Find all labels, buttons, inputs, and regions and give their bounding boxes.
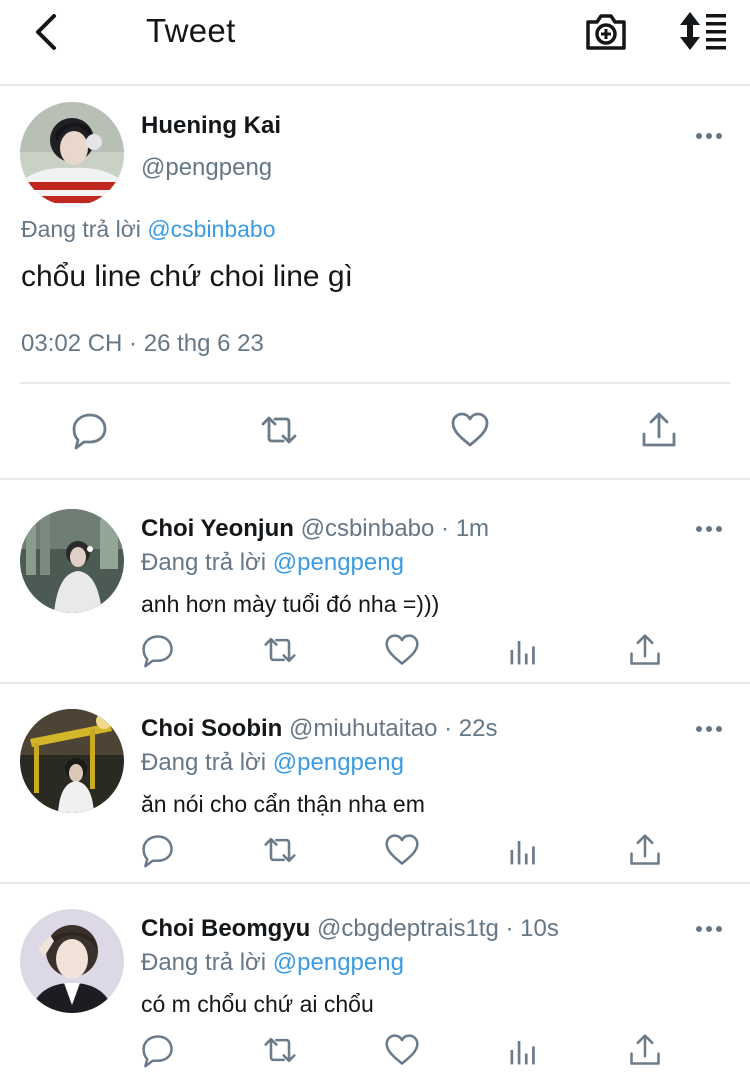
reply-tweet[interactable]: Choi Yeonjun @csbinbabo · 1m Đang trả lờ… bbox=[0, 482, 750, 684]
retweet-icon[interactable] bbox=[259, 410, 299, 450]
like-icon[interactable] bbox=[384, 1032, 420, 1068]
reply-header: Choi Soobin @miuhutaitao · 22s bbox=[141, 715, 497, 743]
replying-to-line: Đang trả lời @csbinbabo bbox=[21, 216, 276, 243]
replying-label: Đang trả lời bbox=[21, 216, 141, 242]
avatar[interactable] bbox=[20, 102, 124, 206]
sort-icon[interactable] bbox=[676, 10, 728, 52]
author-name[interactable]: Choi Soobin bbox=[141, 715, 282, 742]
reply-text: có m chổu chứ ai chổu bbox=[141, 991, 374, 1017]
tweet-text: chổu line chứ choi line gì bbox=[21, 260, 353, 293]
replying-label: Đang trả lời bbox=[141, 949, 267, 976]
reply-time: 1m bbox=[455, 515, 490, 542]
reply-header: Choi Beomgyu @cbgdeptrais1tg · 10s bbox=[141, 915, 559, 943]
reply-icon[interactable] bbox=[140, 1032, 176, 1068]
stats-icon[interactable] bbox=[506, 632, 542, 668]
reply-time: 22s bbox=[458, 715, 498, 742]
reply-header: Choi Yeonjun @csbinbabo · 1m bbox=[141, 515, 489, 543]
top-bar: Tweet bbox=[0, 0, 750, 86]
replying-to-mention[interactable]: @pengpeng bbox=[273, 949, 404, 976]
replying-label: Đang trả lời bbox=[141, 549, 267, 576]
replying-label: Đang trả lời bbox=[141, 749, 267, 776]
replying-to-line: Đang trả lời @pengpeng bbox=[141, 549, 404, 577]
author-handle[interactable]: @pengpeng bbox=[141, 154, 272, 182]
replying-to-mention[interactable]: @pengpeng bbox=[273, 549, 404, 576]
share-icon[interactable] bbox=[627, 1032, 663, 1068]
author-handle[interactable]: @miuhutaitao bbox=[289, 715, 437, 742]
camera-icon[interactable] bbox=[584, 10, 628, 52]
author-name[interactable]: Choi Yeonjun bbox=[141, 515, 294, 542]
main-tweet: Huening Kai @pengpeng Đang trả lời @csbi… bbox=[0, 88, 750, 480]
like-icon[interactable] bbox=[384, 832, 420, 868]
more-options-icon[interactable] bbox=[695, 924, 723, 934]
avatar[interactable] bbox=[20, 509, 124, 613]
avatar[interactable] bbox=[20, 709, 124, 813]
reply-time: 10s bbox=[520, 915, 559, 942]
more-options-icon[interactable] bbox=[695, 131, 723, 141]
like-icon[interactable] bbox=[384, 632, 420, 668]
page-title: Tweet bbox=[146, 12, 236, 49]
more-options-icon[interactable] bbox=[695, 524, 723, 534]
replying-to-line: Đang trả lời @pengpeng bbox=[141, 749, 404, 777]
separator-dot: · bbox=[498, 915, 521, 942]
like-icon[interactable] bbox=[450, 410, 490, 450]
author-handle[interactable]: @csbinbabo bbox=[301, 515, 435, 542]
author-handle[interactable]: @cbgdeptrais1tg bbox=[317, 915, 499, 942]
reply-tweet[interactable]: Choi Beomgyu @cbgdeptrais1tg · 10s Đang … bbox=[0, 882, 750, 1084]
back-icon[interactable] bbox=[28, 10, 68, 54]
divider bbox=[20, 382, 730, 384]
retweet-icon[interactable] bbox=[262, 1032, 298, 1068]
separator-dot: · bbox=[437, 715, 459, 742]
share-icon[interactable] bbox=[639, 410, 679, 450]
author-name[interactable]: Choi Beomgyu bbox=[141, 915, 310, 942]
reply-text: anh hơn mày tuổi đó nha =))) bbox=[141, 591, 440, 617]
reply-icon[interactable] bbox=[70, 410, 110, 450]
separator-dot: · bbox=[434, 515, 456, 542]
retweet-icon[interactable] bbox=[262, 832, 298, 868]
share-icon[interactable] bbox=[627, 632, 663, 668]
reply-tweet[interactable]: Choi Soobin @miuhutaitao · 22s Đang trả … bbox=[0, 682, 750, 884]
reply-icon[interactable] bbox=[140, 832, 176, 868]
author-name[interactable]: Huening Kai bbox=[141, 112, 281, 140]
stats-icon[interactable] bbox=[506, 832, 542, 868]
replying-to-mention[interactable]: @csbinbabo bbox=[147, 216, 275, 242]
share-icon[interactable] bbox=[627, 832, 663, 868]
replying-to-mention[interactable]: @pengpeng bbox=[273, 749, 404, 776]
reply-icon[interactable] bbox=[140, 632, 176, 668]
reply-text: ăn nói cho cẩn thận nha em bbox=[141, 791, 425, 817]
retweet-icon[interactable] bbox=[262, 632, 298, 668]
replying-to-line: Đang trả lời @pengpeng bbox=[141, 949, 404, 977]
tweet-timestamp: 03:02 CH · 26 thg 6 23 bbox=[21, 330, 264, 357]
avatar[interactable] bbox=[20, 909, 124, 1013]
more-options-icon[interactable] bbox=[695, 724, 723, 734]
stats-icon[interactable] bbox=[506, 1032, 542, 1068]
